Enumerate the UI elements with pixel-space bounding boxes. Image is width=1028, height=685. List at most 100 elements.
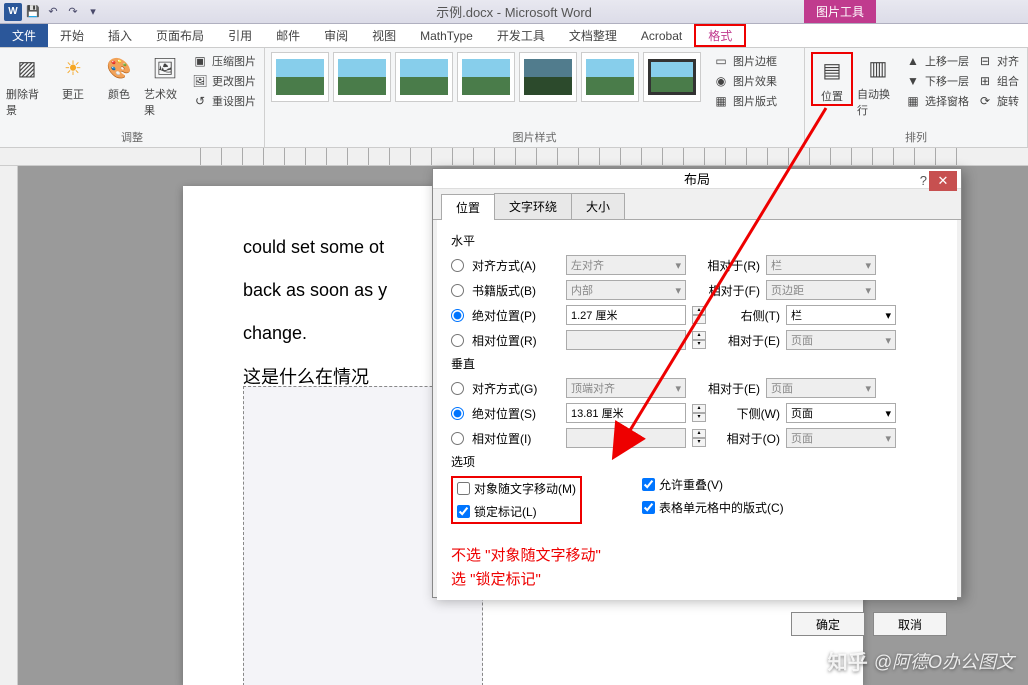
redo-icon[interactable]: ↷ (64, 3, 82, 21)
remove-bg-button[interactable]: ▨删除背景 (6, 52, 48, 118)
v-abs-rel-combo[interactable]: 页面▾ (786, 403, 896, 423)
dlg-tab-wrap[interactable]: 文字环绕 (494, 193, 572, 219)
v-rel-rel-combo[interactable]: 页面▾ (786, 428, 896, 448)
lock-anchor-checkbox[interactable]: 锁定标记(L) (457, 503, 576, 520)
tab-mailings[interactable]: 邮件 (264, 24, 312, 47)
brightness-icon: ☀ (57, 52, 89, 84)
v-align-radio[interactable] (451, 382, 464, 395)
v-align-combo[interactable]: 顶端对齐▾ (566, 378, 686, 398)
group-icon: ⊞ (977, 73, 993, 89)
style-item[interactable] (333, 52, 391, 102)
wrap-button[interactable]: ▥自动换行 (857, 52, 899, 118)
v-rel-radio[interactable] (451, 432, 464, 445)
undo-icon[interactable]: ↶ (44, 3, 62, 21)
v-rel-input[interactable] (566, 428, 686, 448)
h-abs-radio[interactable] (451, 309, 464, 322)
h-align-combo[interactable]: 左对齐▾ (566, 255, 686, 275)
pane-icon: ▦ (905, 93, 921, 109)
position-button[interactable]: ▤位置 (811, 52, 853, 106)
save-icon[interactable]: 💾 (24, 3, 42, 21)
v-align-rel-combo[interactable]: 页面▾ (766, 378, 876, 398)
style-item[interactable] (643, 52, 701, 102)
h-book-combo[interactable]: 内部▾ (566, 280, 686, 300)
forward-icon: ▲ (905, 53, 921, 69)
backward-button[interactable]: ▼下移一层 (903, 72, 971, 90)
compress-button[interactable]: ▣压缩图片 (190, 52, 258, 70)
corrections-button[interactable]: ☀更正 (52, 52, 94, 102)
tab-mathtype[interactable]: MathType (408, 24, 485, 47)
h-book-rel-combo[interactable]: 页边距▾ (766, 280, 876, 300)
group-label-arrange: 排列 (811, 127, 1021, 145)
tab-format[interactable]: 格式 (694, 24, 746, 47)
group-button[interactable]: ⊞组合 (975, 72, 1021, 90)
h-abs-rel-combo[interactable]: 栏▾ (786, 305, 896, 325)
rotate-icon: ⟳ (977, 93, 993, 109)
group-adjust: ▨删除背景 ☀更正 🎨颜色 🖼艺术效果 ▣压缩图片 🖼更改图片 ↺重设图片 调整 (0, 48, 265, 147)
h-rel-input[interactable] (566, 330, 686, 350)
pane-button[interactable]: ▦选择窗格 (903, 92, 971, 110)
tab-layout[interactable]: 页面布局 (144, 24, 216, 47)
border-icon: ▭ (713, 53, 729, 69)
tab-references[interactable]: 引用 (216, 24, 264, 47)
backward-icon: ▼ (905, 73, 921, 89)
style-item[interactable] (457, 52, 515, 102)
style-item[interactable] (519, 52, 577, 102)
style-item[interactable] (271, 52, 329, 102)
forward-button[interactable]: ▲上移一层 (903, 52, 971, 70)
tab-developer[interactable]: 开发工具 (485, 24, 557, 47)
border-button[interactable]: ▭图片边框 (711, 52, 779, 70)
app-icon: W (4, 3, 22, 21)
h-align-radio[interactable] (451, 259, 464, 272)
wrap-icon: ▥ (862, 52, 894, 84)
h-rel-rel-combo[interactable]: 页面▾ (786, 330, 896, 350)
tab-insert[interactable]: 插入 (96, 24, 144, 47)
h-book-radio[interactable] (451, 284, 464, 297)
help-icon[interactable]: ? (920, 173, 927, 188)
window-title: 示例.docx - Microsoft Word (436, 2, 592, 21)
tab-review[interactable]: 审阅 (312, 24, 360, 47)
qat-more-icon[interactable]: ▾ (84, 3, 102, 21)
cancel-button[interactable]: 取消 (873, 612, 947, 636)
color-icon: 🎨 (103, 52, 135, 84)
titlebar: W 💾 ↶ ↷ ▾ 示例.docx - Microsoft Word 图片工具 (0, 0, 1028, 24)
h-abs-input[interactable]: 1.27 厘米 (566, 305, 686, 325)
group-styles: ▭图片边框 ◉图片效果 ▦图片版式 图片样式 (265, 48, 805, 147)
layout-button[interactable]: ▦图片版式 (711, 92, 779, 110)
artistic-button[interactable]: 🖼艺术效果 (144, 52, 186, 118)
move-with-text-checkbox[interactable]: 对象随文字移动(M) (457, 480, 576, 497)
h-align-rel-combo[interactable]: 栏▾ (766, 255, 876, 275)
ruler-horizontal[interactable] (0, 148, 1028, 166)
style-gallery[interactable] (271, 52, 701, 102)
v-abs-input[interactable]: 13.81 厘米 (566, 403, 686, 423)
change-button[interactable]: 🖼更改图片 (190, 72, 258, 90)
tab-docorg[interactable]: 文档整理 (557, 24, 629, 47)
tab-view[interactable]: 视图 (360, 24, 408, 47)
color-button[interactable]: 🎨颜色 (98, 52, 140, 102)
ribbon: ▨删除背景 ☀更正 🎨颜色 🖼艺术效果 ▣压缩图片 🖼更改图片 ↺重设图片 调整 (0, 48, 1028, 148)
effects-icon: ◉ (713, 73, 729, 89)
dlg-tab-position[interactable]: 位置 (441, 194, 495, 220)
ok-button[interactable]: 确定 (791, 612, 865, 636)
close-icon[interactable]: ✕ (929, 171, 957, 191)
tab-home[interactable]: 开始 (48, 24, 96, 47)
watermark: 知乎 @阿德O办公图文 (828, 646, 1014, 675)
reset-button[interactable]: ↺重设图片 (190, 92, 258, 110)
table-layout-checkbox[interactable]: 表格单元格中的版式(C) (642, 499, 784, 516)
rotate-button[interactable]: ⟳旋转 (975, 92, 1021, 110)
dlg-tab-size[interactable]: 大小 (571, 193, 625, 219)
group-arrange: ▤位置 ▥自动换行 ▲上移一层 ▼下移一层 ▦选择窗格 ⊟对齐 ⊞组合 ⟳旋转 … (805, 48, 1028, 147)
highlighted-options: 对象随文字移动(M) 锁定标记(L) (451, 476, 582, 524)
allow-overlap-checkbox[interactable]: 允许重叠(V) (642, 476, 784, 493)
style-item[interactable] (581, 52, 639, 102)
group-label-styles: 图片样式 (271, 127, 798, 145)
align-button[interactable]: ⊟对齐 (975, 52, 1021, 70)
dialog-tabs: 位置 文字环绕 大小 (433, 189, 961, 220)
h-rel-radio[interactable] (451, 334, 464, 347)
section-vertical: 垂直 (451, 355, 943, 372)
tab-file[interactable]: 文件 (0, 24, 48, 47)
tab-acrobat[interactable]: Acrobat (629, 24, 694, 47)
ruler-vertical[interactable] (0, 166, 18, 685)
effects-button[interactable]: ◉图片效果 (711, 72, 779, 90)
style-item[interactable] (395, 52, 453, 102)
v-abs-radio[interactable] (451, 407, 464, 420)
